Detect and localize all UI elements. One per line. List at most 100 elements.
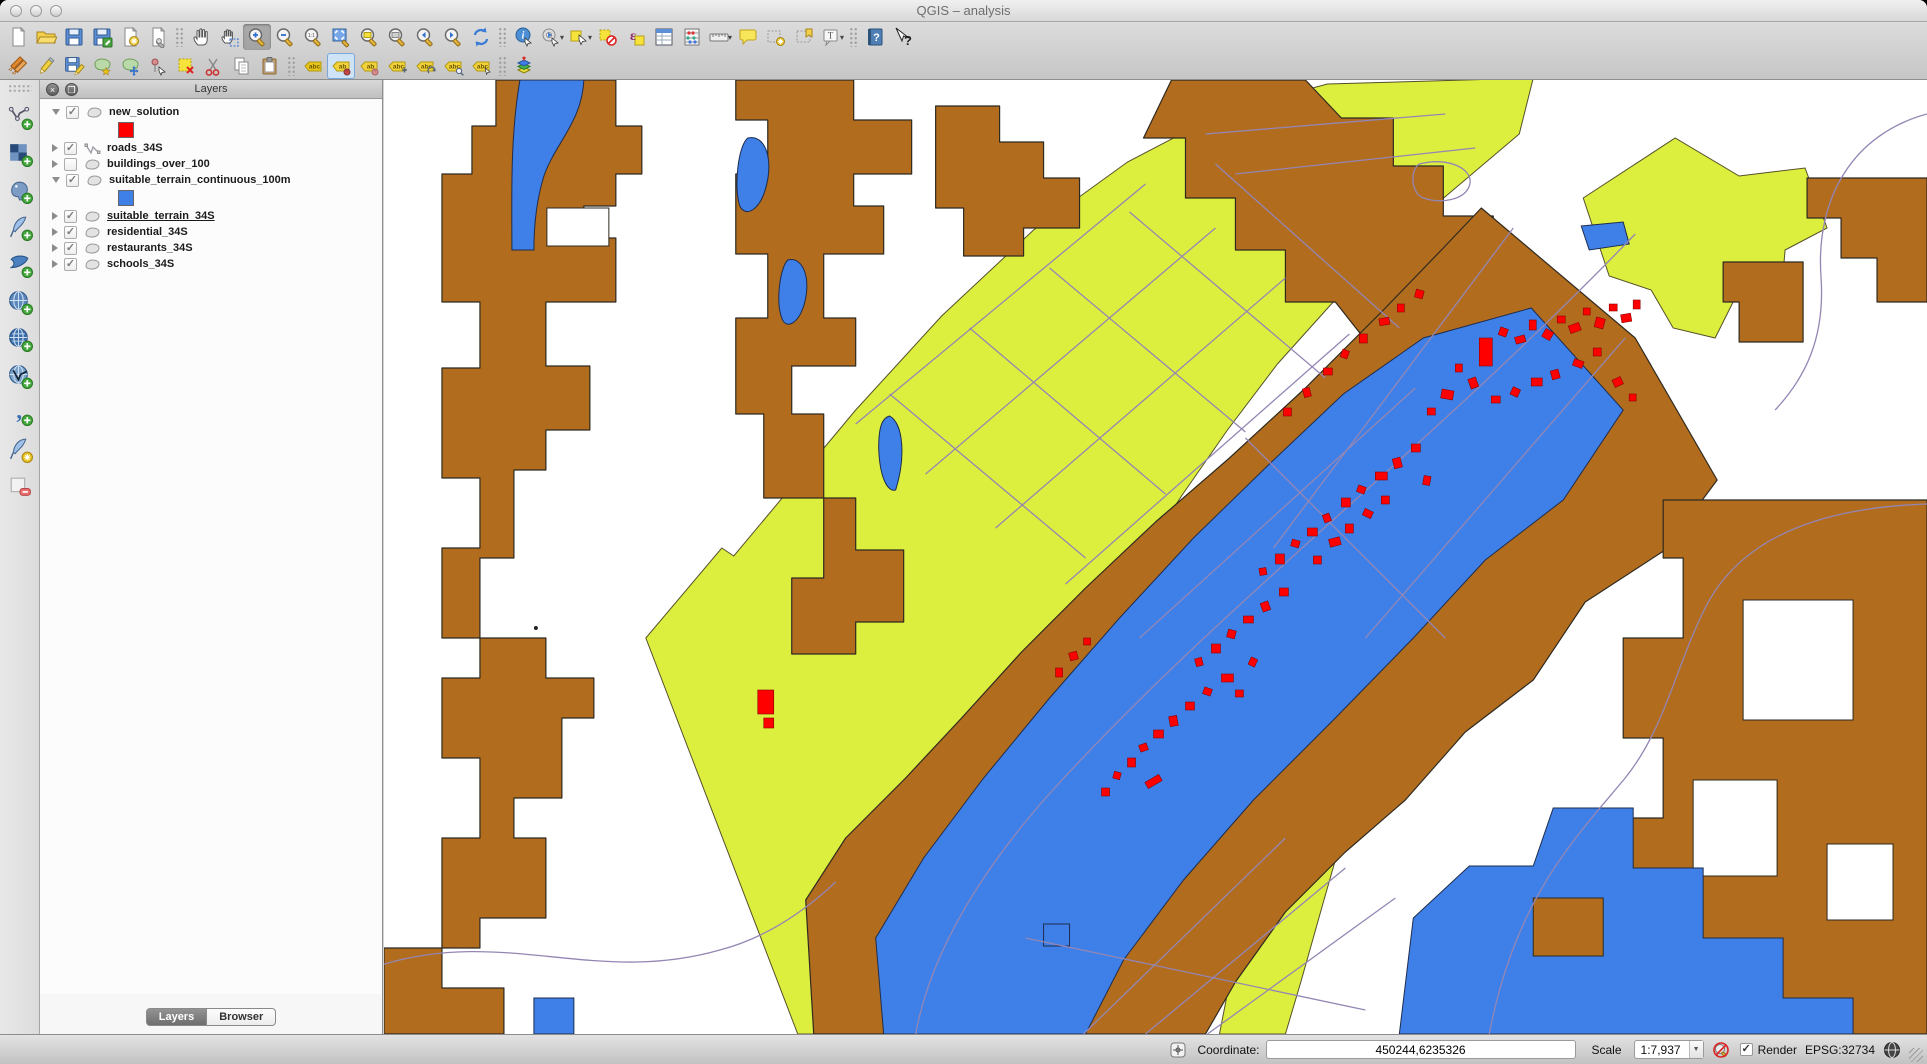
change-label-button[interactable]: abc <box>439 53 467 79</box>
layer-label[interactable]: suitable_terrain_continuous_100m <box>109 174 291 186</box>
layer-item-schools_34S[interactable]: ✓ schools_34S <box>40 256 382 272</box>
map-tips-button[interactable] <box>734 24 762 50</box>
layer-visibility-checkbox[interactable] <box>64 158 77 171</box>
disclosure-triangle-icon[interactable] <box>52 177 60 183</box>
scale-dropdown-icon[interactable]: ▼ <box>1689 1041 1703 1058</box>
zoom-in-button[interactable] <box>243 24 271 50</box>
select-features-button[interactable]: ▾ <box>566 24 594 50</box>
select-by-expression-button[interactable]: ε <box>622 24 650 50</box>
add-raster-layer-button[interactable] <box>3 139 37 173</box>
new-project-button[interactable] <box>4 24 32 50</box>
scale-combo[interactable]: 1:7,937 ▼ <box>1634 1040 1704 1059</box>
help-contents-button[interactable]: ? <box>861 24 889 50</box>
panel-tab-browser[interactable]: Browser <box>207 1008 276 1026</box>
layer-visibility-checkbox[interactable]: ✓ <box>64 242 77 255</box>
panel-tab-layers[interactable]: Layers <box>146 1008 207 1026</box>
show-bookmarks-button[interactable] <box>790 24 818 50</box>
label-properties-button[interactable]: abc <box>467 53 495 79</box>
close-window-button[interactable] <box>10 5 22 17</box>
disclosure-triangle-icon[interactable] <box>52 212 58 220</box>
map-refresh-button[interactable] <box>467 24 495 50</box>
save-project-button[interactable] <box>60 24 88 50</box>
processing-toolbox-button[interactable] <box>510 53 538 79</box>
run-feature-action-button[interactable]: ▾ <box>538 24 566 50</box>
deselect-features-button[interactable] <box>594 24 622 50</box>
identify-features-button[interactable]: i <box>510 24 538 50</box>
open-attribute-table-button[interactable] <box>650 24 678 50</box>
dropdown-arrow-icon[interactable]: ▾ <box>588 33 592 42</box>
pan-map-button[interactable] <box>187 24 215 50</box>
layer-visibility-checkbox[interactable]: ✓ <box>64 258 77 271</box>
layer-item-residential_34S[interactable]: ✓ residential_34S <box>40 224 382 240</box>
zoom-to-selection-button[interactable] <box>355 24 383 50</box>
rotate-label-button[interactable]: abc <box>411 53 439 79</box>
layer-label[interactable]: new_solution <box>109 106 179 118</box>
save-layer-edits-button[interactable] <box>60 53 88 79</box>
layer-item-new_solution[interactable]: ✓ new_solution <box>40 104 382 120</box>
map-canvas[interactable] <box>384 80 1927 1034</box>
layer-label[interactable]: suitable_terrain_34S <box>107 210 215 222</box>
disclosure-triangle-icon[interactable] <box>52 228 58 236</box>
panel-float-icon[interactable]: ❐ <box>65 83 78 96</box>
composer-manager-button[interactable] <box>144 24 172 50</box>
layer-label[interactable]: buildings_over_100 <box>107 158 210 170</box>
zoom-to-layer-button[interactable] <box>383 24 411 50</box>
node-tool-button[interactable] <box>144 53 172 79</box>
disclosure-triangle-icon[interactable] <box>52 244 58 252</box>
open-project-button[interactable] <box>32 24 60 50</box>
new-print-composer-button[interactable] <box>116 24 144 50</box>
crs-projection-icon[interactable] <box>1883 1041 1901 1059</box>
layer-item-suitable_terrain_34S[interactable]: ✓ suitable_terrain_34S <box>40 208 382 224</box>
stop-render-icon[interactable] <box>1712 1041 1730 1059</box>
disclosure-triangle-icon[interactable] <box>52 260 58 268</box>
toolbar-grip[interactable] <box>8 84 32 94</box>
layer-visibility-checkbox[interactable]: ✓ <box>64 226 77 239</box>
add-delimited-text-layer-button[interactable]: , <box>3 398 37 432</box>
symbology-color-swatch[interactable] <box>118 190 134 206</box>
remove-layer-button[interactable] <box>3 472 37 506</box>
toggle-editing-button[interactable] <box>32 53 60 79</box>
new-shapefile-layer-button[interactable] <box>3 435 37 469</box>
whats-this-button[interactable]: ? <box>889 24 917 50</box>
zoom-last-button[interactable] <box>411 24 439 50</box>
layer-visibility-checkbox[interactable]: ✓ <box>64 210 77 223</box>
render-checkbox[interactable]: ✓ <box>1740 1043 1753 1056</box>
panel-close-icon[interactable]: × <box>46 83 59 96</box>
layer-label[interactable]: restaurants_34S <box>107 242 193 254</box>
disclosure-triangle-icon[interactable] <box>52 160 58 168</box>
measure-line-button[interactable]: ▾ <box>706 24 734 50</box>
resize-grip[interactable] <box>1909 1048 1923 1062</box>
zoom-next-button[interactable] <box>439 24 467 50</box>
highlight-pinned-labels-button[interactable]: ab <box>355 53 383 79</box>
new-bookmark-button[interactable] <box>762 24 790 50</box>
cut-features-button[interactable] <box>200 53 228 79</box>
paste-features-button[interactable] <box>256 53 284 79</box>
layer-label[interactable]: schools_34S <box>107 258 174 270</box>
copy-features-button[interactable] <box>228 53 256 79</box>
disclosure-triangle-icon[interactable] <box>52 109 60 115</box>
dropdown-arrow-icon[interactable]: ▾ <box>560 33 564 42</box>
zoom-native-button[interactable]: 1:1 <box>299 24 327 50</box>
layer-label[interactable]: residential_34S <box>107 226 188 238</box>
add-wms-layer-button[interactable] <box>3 287 37 321</box>
layer-visibility-checkbox[interactable]: ✓ <box>66 106 79 119</box>
dropdown-arrow-icon[interactable]: ▾ <box>840 33 844 42</box>
zoom-full-button[interactable] <box>327 24 355 50</box>
add-wfs-layer-button[interactable] <box>3 361 37 395</box>
add-mssql-layer-button[interactable] <box>3 250 37 284</box>
layer-visibility-checkbox[interactable]: ✓ <box>66 174 79 187</box>
disclosure-triangle-icon[interactable] <box>52 144 58 152</box>
layer-label[interactable]: roads_34S <box>107 142 163 154</box>
field-calculator-button[interactable] <box>678 24 706 50</box>
add-wcs-layer-button[interactable] <box>3 324 37 358</box>
text-annotation-button[interactable]: T▾ <box>818 24 846 50</box>
add-feature-button[interactable] <box>88 53 116 79</box>
move-label-button[interactable]: abc <box>383 53 411 79</box>
pin-unpin-labels-button[interactable]: ab <box>327 53 355 79</box>
layer-visibility-checkbox[interactable]: ✓ <box>64 142 77 155</box>
zoom-out-button[interactable] <box>271 24 299 50</box>
dropdown-arrow-icon[interactable]: ▾ <box>728 33 732 42</box>
coordinate-input[interactable] <box>1266 1040 1576 1059</box>
save-project-as-button[interactable] <box>88 24 116 50</box>
move-feature-button[interactable] <box>116 53 144 79</box>
